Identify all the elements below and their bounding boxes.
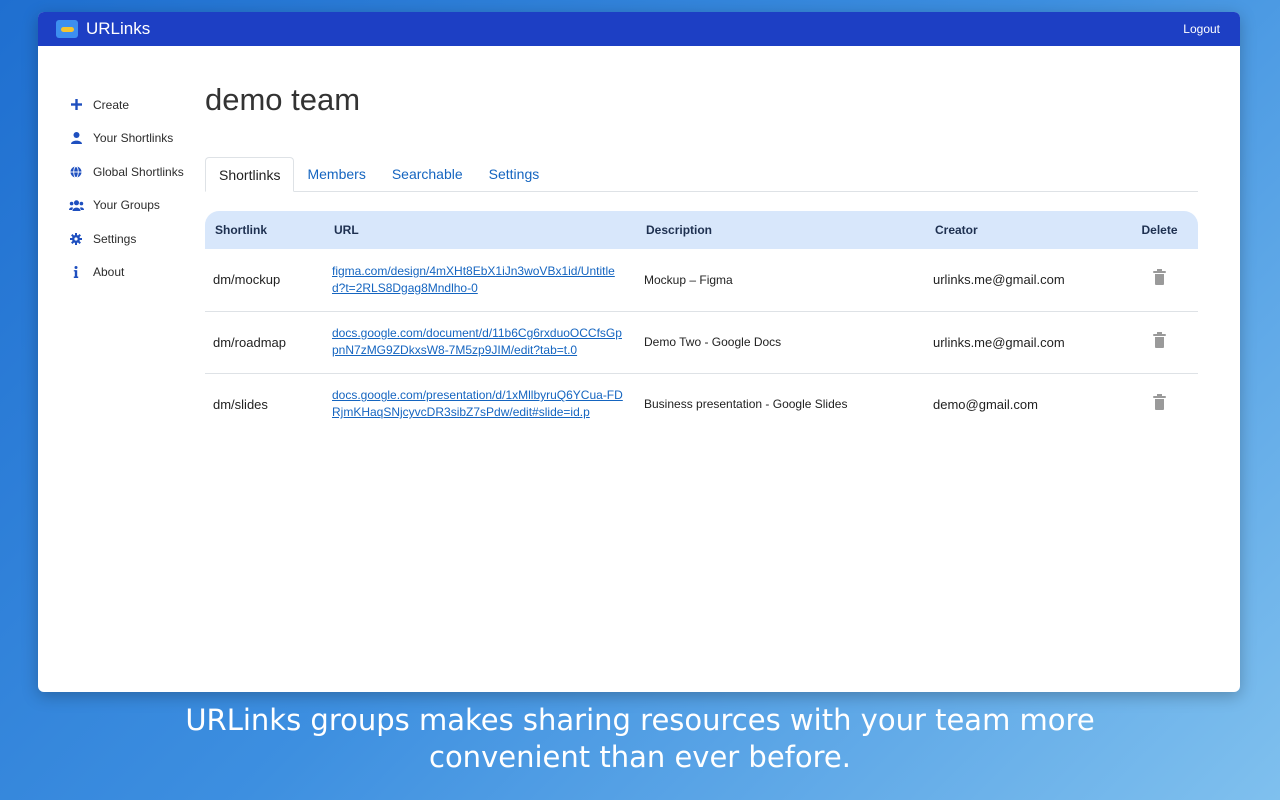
creator-cell: urlinks.me@gmail.com (925, 249, 1121, 312)
main-content: demo team Shortlinks Members Searchable … (205, 70, 1198, 435)
column-header-delete: Delete (1141, 223, 1178, 237)
column-header-url: URL (334, 223, 359, 237)
sidebar-item-label: Your Groups (93, 198, 160, 213)
tab-shortlinks[interactable]: Shortlinks (205, 157, 295, 192)
sidebar-item-about[interactable]: About (68, 256, 218, 290)
logout-link[interactable]: Logout (1183, 22, 1220, 36)
sidebar-item-settings[interactable]: Settings (68, 222, 218, 256)
top-navbar: URLinks Logout (38, 12, 1240, 46)
shortlinks-table: Shortlink URL Description Creator Delete… (205, 211, 1198, 435)
globe-icon (68, 164, 84, 180)
trash-icon[interactable] (1153, 331, 1166, 348)
column-header-creator: Creator (935, 223, 978, 237)
tab-settings[interactable]: Settings (476, 157, 553, 191)
url-link[interactable]: docs.google.com/document/d/11b6Cg6rxduoO… (332, 325, 627, 359)
url-link[interactable]: figma.com/design/4mXHt8EbX1iJn3woVBx1id/… (332, 263, 627, 297)
sidebar-item-label: Create (93, 97, 130, 112)
plus-icon (68, 97, 84, 113)
shortlink-cell: dm/slides (213, 396, 268, 412)
sidebar-item-global-shortlinks[interactable]: Global Shortlinks (68, 155, 218, 189)
sidebar-item-label: Settings (93, 231, 137, 246)
tab-bar: Shortlinks Members Searchable Settings (205, 157, 1198, 192)
caption-line-2: convenient than ever before. (429, 740, 851, 774)
column-header-shortlink: Shortlink (215, 223, 268, 237)
creator-cell: demo@gmail.com (933, 396, 1038, 412)
promo-caption: URLinks groups makes sharing resources w… (0, 702, 1280, 776)
table-row: dm/roadmap docs.google.com/document/d/11… (205, 311, 1198, 374)
user-icon (68, 130, 84, 146)
caption-line-1: URLinks groups makes sharing resources w… (185, 703, 1095, 737)
sidebar-item-your-groups[interactable]: Your Groups (68, 189, 218, 223)
tab-searchable[interactable]: Searchable (379, 157, 476, 191)
description-cell: Mockup – Figma (636, 249, 925, 312)
url-link[interactable]: docs.google.com/presentation/d/1xMllbyru… (332, 387, 627, 421)
info-icon (68, 264, 84, 280)
table-header-row: Shortlink URL Description Creator Delete (205, 211, 1198, 249)
column-header-description: Description (646, 223, 713, 237)
description-cell: Demo Two - Google Docs (636, 311, 925, 374)
sidebar-item-your-shortlinks[interactable]: Your Shortlinks (68, 122, 218, 156)
gear-icon (68, 231, 84, 247)
brand-name: URLinks (86, 19, 151, 38)
shortlink-cell: dm/mockup (205, 249, 324, 312)
sidebar-item-label: About (93, 265, 125, 280)
description-cell: Business presentation - Google Slides (644, 397, 848, 412)
trash-icon[interactable] (1153, 393, 1166, 410)
tab-members[interactable]: Members (294, 157, 378, 191)
app-window: URLinks Logout Create Your Shortlinks Gl… (38, 12, 1240, 692)
page-title: demo team (205, 82, 361, 117)
table-row: dm/slides docs.google.com/presentation/d… (205, 373, 1198, 435)
creator-cell: urlinks.me@gmail.com (925, 311, 1121, 374)
users-icon (68, 197, 84, 213)
trash-icon[interactable] (1153, 269, 1166, 286)
table-row: dm/mockup figma.com/design/4mXHt8EbX1iJn… (205, 249, 1198, 312)
brand[interactable]: URLinks (56, 19, 150, 39)
sidebar: Create Your Shortlinks Global Shortlinks… (68, 88, 218, 289)
shortlink-cell: dm/roadmap (205, 311, 324, 374)
sidebar-item-label: Global Shortlinks (93, 164, 184, 179)
sidebar-item-create[interactable]: Create (68, 88, 218, 122)
sidebar-item-label: Your Shortlinks (93, 131, 174, 146)
urlinks-logo-icon (56, 20, 78, 38)
